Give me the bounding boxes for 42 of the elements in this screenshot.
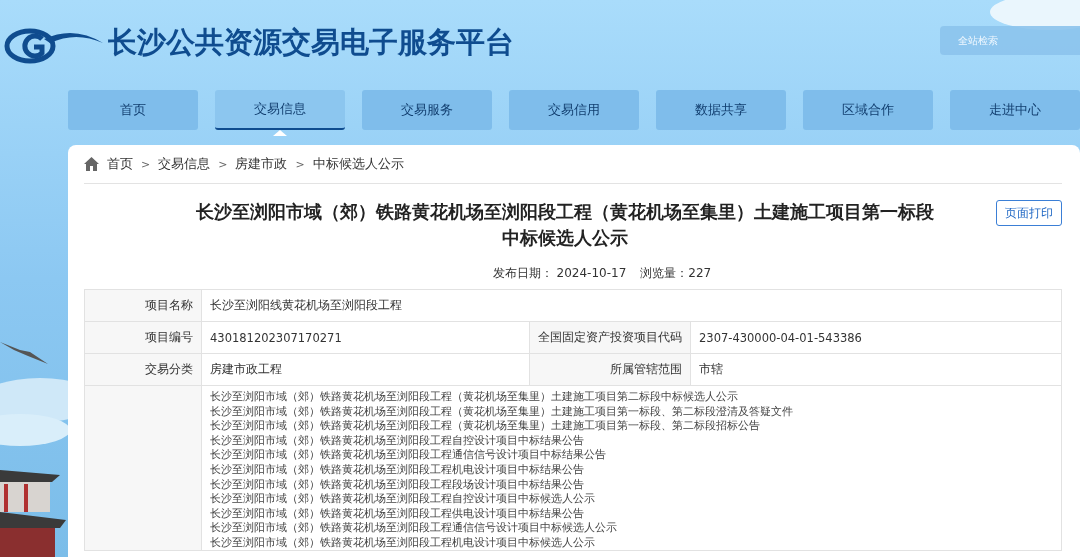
related-link[interactable]: 长沙至浏阳市域（郊）铁路黄花机场至浏阳段工程机电设计项目中标候选人公示 [210,534,1053,550]
field-value: 长沙至浏阳线黄花机场至浏阳段工程 [201,289,1062,322]
breadcrumb-link[interactable]: 交易信息 [158,155,211,173]
field-label: 项目编号 [84,321,202,354]
pointer-icon [273,130,287,136]
field-value: 房建市政工程 [201,353,530,386]
nav-tab[interactable]: 首页 [68,90,198,130]
related-link[interactable]: 长沙至浏阳市域（郊）铁路黄花机场至浏阳段工程段场设计项目中标结果公告 [210,476,1053,492]
print-button[interactable]: 页面打印 [996,200,1062,226]
breadcrumb-separator: > [141,157,151,171]
field-label: 项目名称 [84,289,202,322]
related-link[interactable]: 长沙至浏阳市域（郊）铁路黄花机场至浏阳段工程通信信号设计项目中标候选人公示 [210,520,1053,535]
field-label: 所属管辖范围 [529,353,691,386]
nav-tab[interactable]: 交易信用 [509,90,639,130]
related-link[interactable]: 长沙至浏阳市域（郊）铁路黄花机场至浏阳段工程（黄花机场至集里）土建施工项目第二标段中标候选人公示 [210,389,1053,404]
breadcrumb-separator: > [295,157,305,171]
related-link[interactable]: 长沙至浏阳市域（郊）铁路黄花机场至浏阳段工程机电设计项目中标结果公告 [210,461,1053,477]
publish-date: 发布日期： 2024-10-17 [492,265,627,282]
related-link[interactable]: 长沙至浏阳市域（郊）铁路黄花机场至浏阳段工程（黄花机场至集里）土建施工项目第一标段、第二标段澄清及答疑文件 [210,403,1053,419]
breadcrumb-link[interactable]: 首页 [107,155,133,173]
breadcrumb-link[interactable]: 房建市政 [235,155,288,173]
field-value: 430181202307170271 [201,321,530,354]
search-field[interactable]: 全站检索 [940,25,1080,55]
site-title: 长沙公共资源交易电子服务平台 [108,24,514,61]
field-label: 全国固定资产投资项目代码 [529,321,691,354]
nav-tab[interactable]: 走进中心 [950,90,1080,130]
related-link[interactable]: 长沙至浏阳市域（郊）铁路黄花机场至浏阳段工程自控设计项目中标候选人公示 [210,491,1053,506]
breadcrumb-separator: > [218,157,228,171]
field-value: 2307-430000-04-01-543386 [690,321,1062,354]
view-count: 浏览量：227 [640,265,712,282]
home-icon [84,157,99,171]
article-title: 长沙至浏阳市域（郊）铁路黄花机场至浏阳段工程（黄花机场至集里）土建施工项目第一标段中标候选人公示 [195,201,935,250]
related-link[interactable]: 长沙至浏阳市域（郊）铁路黄花机场至浏阳段工程通信信号设计项目中标结果公告 [210,447,1053,462]
breadcrumb-link[interactable]: 中标候选人公示 [312,155,404,173]
nav-tab[interactable]: 区域合作 [803,90,933,130]
nav-tab[interactable]: 数据共享 [656,90,786,130]
field-value: 市辖 [690,353,1062,386]
related-link[interactable]: 长沙至浏阳市域（郊）铁路黄花机场至浏阳段工程（黄花机场至集里）土建施工项目第一标段、第二标段招标公告 [210,418,1053,433]
nav-tab[interactable]: 交易服务 [362,90,492,130]
related-link[interactable]: 长沙至浏阳市域（郊）铁路黄花机场至浏阳段工程供电设计项目中标结果公告 [210,505,1053,521]
field-label: 交易分类 [84,353,202,386]
related-link[interactable]: 长沙至浏阳市域（郊）铁路黄花机场至浏阳段工程自控设计项目中标结果公告 [210,432,1053,448]
